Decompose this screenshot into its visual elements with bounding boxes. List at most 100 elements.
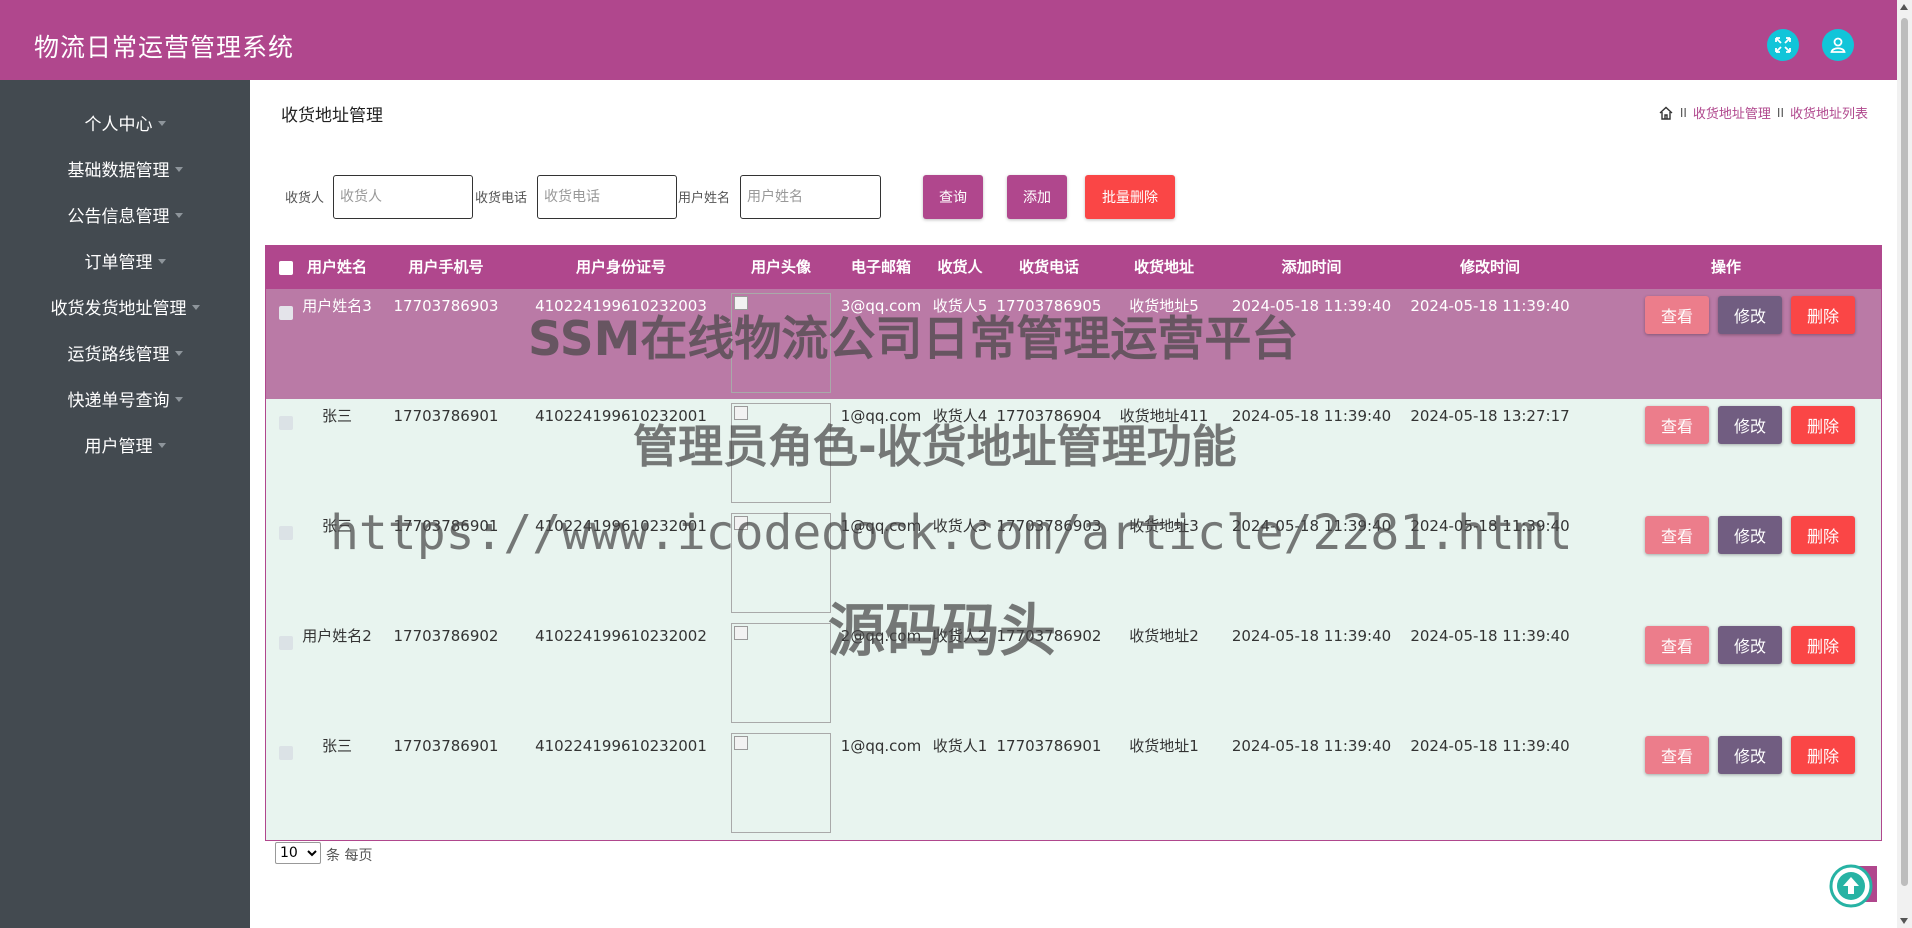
sidebar-item-label: 运货路线管理 — [67, 344, 170, 365]
cell-phone: 17703786901 — [393, 517, 499, 535]
scroll-down-arrow-icon[interactable] — [1900, 918, 1908, 924]
receiver-label: 收货人 — [285, 191, 325, 206]
cell-receiver: 收货人4 — [932, 407, 988, 425]
page-size-label: 条 每页 — [326, 848, 373, 864]
table-row[interactable]: 用户姓名2 17703786902 410224199610232002 2@q… — [266, 619, 1881, 729]
sidebar: 个人中心 基础数据管理 公告信息管理 订单管理 收货发货地址管理 运货路线管理 … — [0, 80, 250, 928]
column-header: 收货电话 — [1018, 258, 1079, 276]
sidebar-item-announcements[interactable]: 公告信息管理 — [0, 191, 250, 237]
view-button[interactable]: 查看 — [1645, 516, 1709, 554]
cell-receiver-phone: 17703786905 — [996, 297, 1102, 315]
cell-receiver-phone: 17703786904 — [996, 407, 1102, 425]
sidebar-item-routes[interactable]: 运货路线管理 — [0, 329, 250, 375]
cell-phone: 17703786901 — [393, 407, 499, 425]
row-checkbox[interactable] — [279, 526, 293, 540]
column-header: 收货地址 — [1133, 258, 1194, 276]
add-button[interactable]: 添加 — [1007, 175, 1067, 219]
cell-email: 1@qq.com — [840, 737, 922, 755]
delete-button[interactable]: 删除 — [1791, 736, 1855, 774]
home-icon[interactable] — [1658, 105, 1674, 121]
cell-id-card: 410224199610232001 — [535, 407, 707, 425]
caret-down-icon — [157, 442, 166, 448]
table-row[interactable]: 张三 17703786901 410224199610232001 1@qq.c… — [266, 399, 1881, 509]
edit-button[interactable]: 修改 — [1718, 626, 1782, 664]
breadcrumb-item[interactable]: 收货地址管理 — [1693, 103, 1771, 122]
table-row[interactable]: 用户姓名3 17703786903 410224199610232003 3@q… — [266, 289, 1881, 399]
edit-button[interactable]: 修改 — [1718, 406, 1782, 444]
table-row[interactable]: 张三 17703786901 410224199610232001 1@qq.c… — [266, 509, 1881, 619]
cell-id-card: 410224199610232001 — [535, 517, 707, 535]
row-checkbox[interactable] — [279, 636, 293, 650]
cell-updated: 2024-05-18 11:39:40 — [1410, 737, 1570, 755]
delete-button[interactable]: 删除 — [1791, 406, 1855, 444]
sidebar-item-tracking[interactable]: 快递单号查询 — [0, 375, 250, 421]
view-button[interactable]: 查看 — [1645, 736, 1709, 774]
page-size-select[interactable]: 10 — [275, 842, 321, 864]
sidebar-item-users[interactable]: 用户管理 — [0, 421, 250, 467]
phone-search-input[interactable] — [537, 175, 677, 219]
cell-id-card: 410224199610232003 — [535, 297, 707, 315]
cell-receiver-phone: 17703786902 — [996, 627, 1102, 645]
cell-phone: 17703786901 — [393, 737, 499, 755]
page-title: 收货地址管理 — [281, 106, 383, 126]
cell-email: 1@qq.com — [840, 517, 922, 535]
cell-email: 2@qq.com — [840, 627, 922, 645]
select-all-checkbox[interactable] — [279, 261, 293, 275]
cell-updated: 2024-05-18 11:39:40 — [1410, 627, 1570, 645]
scroll-up-arrow-icon[interactable] — [1900, 4, 1908, 10]
avatar-image — [731, 733, 831, 833]
row-checkbox[interactable] — [279, 306, 293, 320]
view-button[interactable]: 查看 — [1645, 626, 1709, 664]
page-scrollbar[interactable] — [1897, 0, 1912, 928]
column-header: 修改时间 — [1459, 258, 1520, 276]
column-header: 用户头像 — [750, 258, 811, 276]
delete-button[interactable]: 删除 — [1791, 626, 1855, 664]
row-checkbox[interactable] — [279, 416, 293, 430]
edit-button[interactable]: 修改 — [1718, 736, 1782, 774]
cell-updated: 2024-05-18 13:27:17 — [1410, 407, 1570, 425]
sidebar-item-orders[interactable]: 订单管理 — [0, 237, 250, 283]
sidebar-item-base-data[interactable]: 基础数据管理 — [0, 145, 250, 191]
row-checkbox[interactable] — [279, 746, 293, 760]
cell-receiver-phone: 17703786903 — [996, 517, 1102, 535]
sidebar-item-addresses[interactable]: 收货发货地址管理 — [0, 283, 250, 329]
cell-address: 收货地址2 — [1129, 627, 1199, 645]
broken-image-icon — [734, 406, 748, 420]
query-button[interactable]: 查询 — [923, 175, 983, 219]
breadcrumb-item[interactable]: 收货地址列表 — [1790, 103, 1868, 122]
fullscreen-button[interactable] — [1767, 29, 1799, 61]
cell-username: 张三 — [321, 737, 352, 755]
cell-username: 张三 — [321, 517, 352, 535]
sidebar-item-personal-center[interactable]: 个人中心 — [0, 99, 250, 145]
arrow-up-circle-icon — [1829, 864, 1877, 908]
top-header: 物流日常运营管理系统 — [0, 0, 1912, 80]
caret-down-icon — [174, 212, 183, 218]
edit-button[interactable]: 修改 — [1718, 296, 1782, 334]
username-search-input[interactable] — [740, 175, 881, 219]
edit-button[interactable]: 修改 — [1718, 516, 1782, 554]
table-row[interactable]: 张三 17703786901 410224199610232001 1@qq.c… — [266, 729, 1881, 839]
cell-receiver-phone: 17703786901 — [996, 737, 1102, 755]
app-title: 物流日常运营管理系统 — [34, 33, 295, 62]
view-button[interactable]: 查看 — [1645, 406, 1709, 444]
address-table: 用户姓名 用户手机号 用户身份证号 用户头像 电子邮箱 收货人 收货电话 收货地… — [265, 245, 1882, 841]
user-button[interactable] — [1822, 29, 1854, 61]
batch-delete-button[interactable]: 批量删除 — [1085, 175, 1175, 219]
expand-arrows-icon — [1775, 37, 1791, 53]
cell-id-card: 410224199610232002 — [535, 627, 707, 645]
cell-created: 2024-05-18 11:39:40 — [1231, 517, 1392, 535]
table-header: 用户姓名 用户手机号 用户身份证号 用户头像 电子邮箱 收货人 收货电话 收货地… — [266, 246, 1881, 289]
scrollbar-thumb[interactable] — [1901, 18, 1908, 886]
view-button[interactable]: 查看 — [1645, 296, 1709, 334]
broken-image-icon — [734, 296, 748, 310]
receiver-search-input[interactable] — [333, 175, 473, 219]
back-to-top-button[interactable] — [1829, 862, 1877, 910]
delete-button[interactable]: 删除 — [1791, 296, 1855, 334]
delete-button[interactable]: 删除 — [1791, 516, 1855, 554]
column-header: 收货人 — [937, 258, 983, 276]
cell-phone: 17703786902 — [393, 627, 499, 645]
sidebar-item-label: 基础数据管理 — [67, 160, 170, 181]
cell-address: 收货地址5 — [1129, 297, 1199, 315]
cell-receiver: 收货人1 — [932, 737, 988, 755]
cell-address: 收货地址1 — [1129, 737, 1199, 755]
